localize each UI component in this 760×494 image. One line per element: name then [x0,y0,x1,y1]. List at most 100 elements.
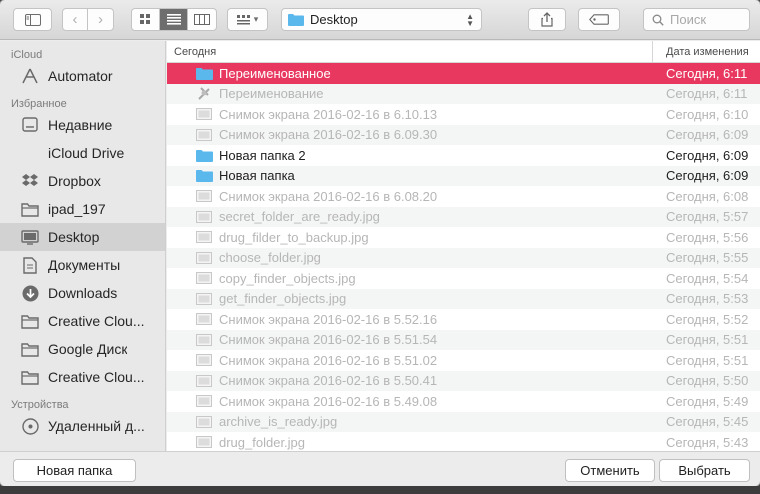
column-header-date[interactable]: Дата изменения [653,41,760,62]
image-glyph [196,231,212,244]
updown-icon: ▲ ▼ [466,12,474,28]
file-date: Сегодня, 5:45 [666,414,749,430]
search-placeholder: Поиск [670,12,707,27]
file-row[interactable]: Переименованное Сегодня, 6:11 [167,63,760,84]
sidebar-item[interactable]: Google Диск [0,335,165,363]
file-date: Сегодня, 5:51 [666,352,749,368]
tags-button[interactable] [578,8,620,31]
image-icon [195,230,213,244]
sidebar-item-label: Downloads [48,285,118,301]
file-name: archive_is_ready.jpg [219,414,338,430]
sidebar-toggle-button[interactable] [13,8,52,31]
chevron-right-icon: › [98,11,103,28]
image-icon [195,374,213,388]
image-icon [195,210,213,224]
icon-view-button[interactable] [132,9,160,30]
arrange-menu-button[interactable]: ▾ [227,8,268,31]
sidebar-section-title: Устройства [11,399,69,411]
file-name: Новая папка 2 [219,147,306,163]
file-row[interactable]: Снимок экрана 2016-02-16 в 5.52.16 Сегодн… [167,309,760,330]
file-row[interactable]: drug_folder.jpg Сегодня, 5:43 [167,432,760,451]
file-name-cell: Снимок экрана 2016-02-16 в 6.08.20 [167,189,653,204]
sidebar-item[interactable]: Downloads [0,279,165,307]
sidebar-item-label: Desktop [48,229,100,245]
file-row[interactable]: Снимок экрана 2016-02-16 в 5.50.41 Сегодн… [167,370,760,391]
sidebar-item[interactable]: Automator [0,62,165,90]
image-glyph [196,210,212,223]
file-row[interactable]: Снимок экрана 2016-02-16 в 6.09.30 Сегодн… [167,124,760,145]
file-row[interactable]: Снимок экрана 2016-02-16 в 5.51.54 Сегодн… [167,329,760,350]
file-row[interactable]: secret_folder_are_ready.jpg Сегодня, 5:57 [167,206,760,227]
file-name: choose_folder.jpg [219,250,321,266]
forward-button[interactable]: › [88,9,113,30]
image-icon [195,251,213,265]
sidebar-item[interactable]: Desktop [0,223,165,251]
location-popup[interactable]: Desktop ▲ ▼ [281,8,482,31]
image-icon [195,394,213,408]
file-date: Сегодня, 6:09 [666,168,749,184]
file-date: Сегодня, 6:11 [666,86,748,102]
sidebar-item[interactable]: Недавние [0,111,165,139]
column-view-button[interactable] [188,9,216,30]
file-row[interactable]: Новая папка 2 Сегодня, 6:09 [167,145,760,166]
back-button[interactable]: ‹ [63,9,88,30]
choose-button[interactable]: Выбрать [659,459,750,482]
sidebar-item[interactable]: Creative Clou... [0,363,165,391]
cancel-button[interactable]: Отменить [565,459,655,482]
file-date: Сегодня, 5:50 [666,373,749,389]
sidebar-item-label: Creative Clou... [48,313,145,329]
file-row[interactable]: archive_is_ready.jpg Сегодня, 5:45 [167,411,760,432]
dialog-footer: Новая папка Отменить Выбрать [0,451,760,486]
sidebar-item-label: Google Диск [48,341,128,357]
sidebar-item[interactable]: Dropbox [0,167,165,195]
search-field[interactable]: Поиск [643,8,750,31]
sidebar-item[interactable]: Creative Clou... [0,307,165,335]
folder-icon [20,200,40,218]
sidebar-item[interactable]: iCloud Drive [0,139,165,167]
sidebar-item-label: Creative Clou... [48,369,145,385]
file-name-cell: Переименованное [167,66,653,81]
image-glyph [196,333,212,346]
file-row[interactable]: Снимок экрана 2016-02-16 в 6.08.20 Сегодн… [167,186,760,207]
tag-icon [589,14,609,25]
share-button[interactable] [528,8,566,31]
file-rows: Переименованное Сегодня, 6:11 Переименован… [167,63,760,451]
file-date: Сегодня, 5:52 [666,311,749,327]
new-folder-button[interactable]: Новая папка [13,459,136,482]
file-date: Сегодня, 6:09 [666,147,749,163]
folder-icon [195,148,213,162]
folder-icon [195,169,213,183]
file-row[interactable]: Снимок экрана 2016-02-16 в 6.10.13 Сегодн… [167,104,760,125]
file-row[interactable]: Переименование Сегодня, 6:11 [167,83,760,104]
chevron-down-icon: ▾ [253,14,259,24]
share-icon [541,12,553,27]
file-row[interactable]: Снимок экрана 2016-02-16 в 5.51.02 Сегодн… [167,350,760,371]
sidebar-item[interactable]: ipad_197 [0,195,165,223]
column-header-name[interactable]: Сегодня [167,41,653,62]
file-row[interactable]: choose_folder.jpg Сегодня, 5:55 [167,247,760,268]
file-row[interactable]: drug_filder_to_backup.jpg Сегодня, 5:56 [167,227,760,248]
image-glyph [196,415,212,428]
sidebar-item[interactable]: Удаленный д... [0,412,165,440]
file-name: drug_folder.jpg [219,434,306,450]
history-navigation: ‹ › [62,8,114,31]
image-glyph [196,374,212,387]
image-glyph [196,272,212,285]
file-name: copy_finder_objects.jpg [219,270,356,286]
file-row[interactable]: Новая папка Сегодня, 6:09 [167,165,760,186]
file-row[interactable]: get_finder_objects.jpg Сегодня, 5:53 [167,288,760,309]
folder-glyph [195,170,213,183]
sidebar-item[interactable]: Документы [0,251,165,279]
image-glyph [196,436,212,449]
file-date: Сегодня, 6:08 [666,188,749,204]
sidebar: iCloud Automator Избранное Недавние iCloud D… [0,41,166,451]
file-row[interactable]: copy_finder_objects.jpg Сегодня, 5:54 [167,268,760,289]
file-row[interactable]: Снимок экрана 2016-02-16 в 5.49.08 Сегодн… [167,391,760,412]
list-view-button[interactable] [160,9,188,30]
image-glyph [196,354,212,367]
file-name-cell: copy_finder_objects.jpg [167,271,653,286]
toolbar: ‹ › ▾ Desktop ▲ ▼ Поиск [0,0,760,40]
location-label: Desktop [310,12,358,27]
file-name: Переименование [219,86,324,102]
file-name-cell: Снимок экрана 2016-02-16 в 6.09.30 [167,127,653,142]
